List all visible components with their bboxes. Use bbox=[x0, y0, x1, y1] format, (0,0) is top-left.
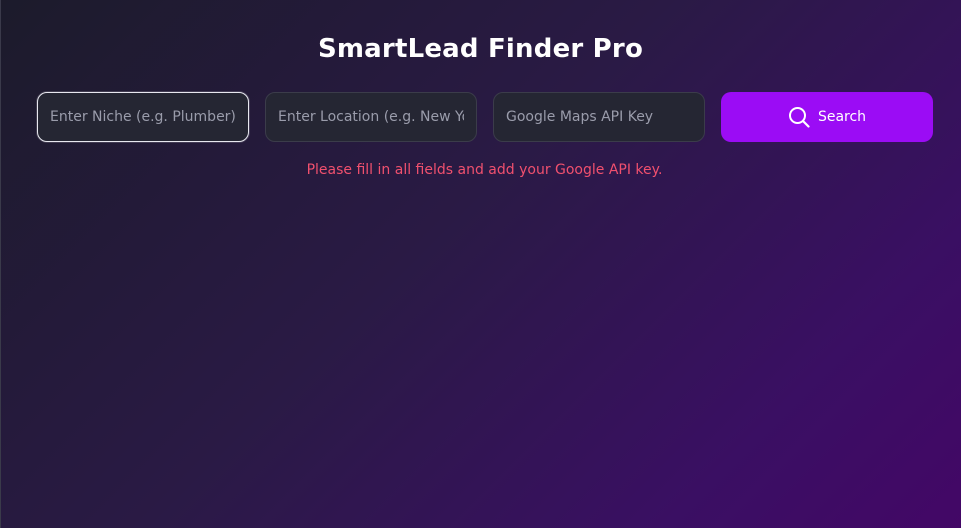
api-key-input[interactable] bbox=[493, 92, 705, 142]
search-button[interactable]: Search bbox=[721, 92, 933, 142]
niche-input[interactable] bbox=[37, 92, 249, 142]
page-title: SmartLead Finder Pro bbox=[317, 34, 644, 64]
search-button-label: Search bbox=[817, 109, 867, 125]
error-message: Please fill in all fields and add your G… bbox=[306, 162, 663, 178]
search-icon bbox=[788, 106, 810, 128]
search-form: Search bbox=[37, 92, 933, 142]
location-input[interactable] bbox=[265, 92, 477, 142]
window-edge bbox=[0, 0, 1, 528]
